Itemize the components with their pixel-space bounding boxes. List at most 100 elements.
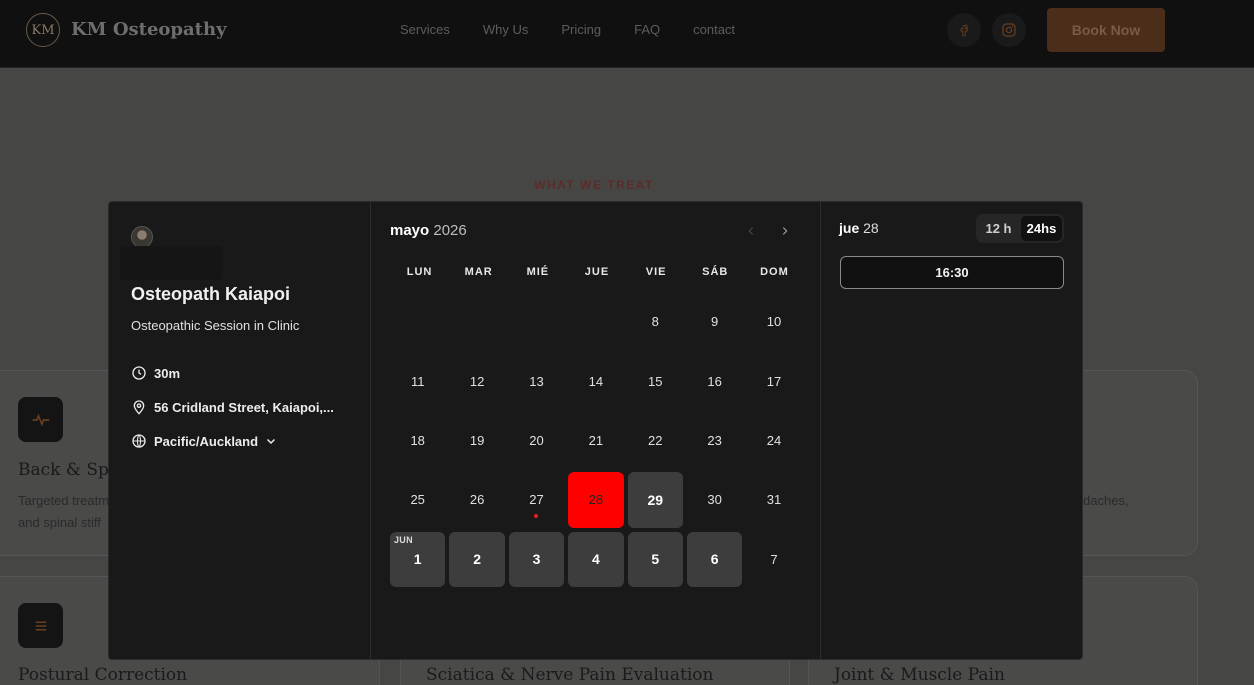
chevron-down-icon xyxy=(267,438,276,445)
calendar-day: 17 xyxy=(746,353,801,408)
card-title: Sciatica & Nerve Pain Evaluation xyxy=(426,665,714,685)
calendar-day: 12 xyxy=(449,353,504,408)
selected-date-label: jue 28 xyxy=(839,220,879,236)
location-row: 56 Cridland Street, Kaiapoi,... xyxy=(131,399,334,415)
duration-row: 30m xyxy=(131,365,180,381)
calendar-day: 9 xyxy=(687,294,742,349)
selected-weekday: jue xyxy=(839,220,860,236)
event-subtitle: Osteopathic Session in Clinic xyxy=(131,318,300,333)
logo-icon[interactable]: KM xyxy=(26,13,60,47)
day-number: 20 xyxy=(529,432,544,448)
calendar-day: 25 xyxy=(390,472,445,527)
calendar-blank xyxy=(509,294,564,349)
calendar-day-available[interactable]: 2 xyxy=(449,531,505,587)
site-header: KM KM Osteopathy Services Why Us Pricing… xyxy=(0,0,1254,68)
nav-link-why-us[interactable]: Why Us xyxy=(483,22,529,37)
day-number: 22 xyxy=(648,432,663,448)
day-number: 7 xyxy=(770,551,778,567)
event-title: Osteopath Kaiapoi xyxy=(131,284,291,304)
calendar-day-available[interactable]: 6 xyxy=(686,531,743,587)
day-number: 3 xyxy=(532,551,541,568)
calendar-day: 31 xyxy=(746,472,801,527)
month-name: mayo xyxy=(390,222,430,239)
weekday-label: LUN xyxy=(406,266,433,278)
format-12h-button[interactable]: 12 h xyxy=(978,216,1019,241)
calendar-day: 8 xyxy=(628,294,683,349)
calendar-day-available[interactable]: 29 xyxy=(627,472,683,528)
nav-link-contact[interactable]: contact xyxy=(693,22,735,37)
calendar-day: 11 xyxy=(390,353,445,408)
day-number: 23 xyxy=(707,432,722,448)
lines-icon xyxy=(18,603,63,648)
calendar-day-available[interactable]: 5 xyxy=(627,531,683,587)
brand-name[interactable]: KM Osteopathy xyxy=(71,19,227,40)
calendar-day-available[interactable]: 1 JUN xyxy=(390,531,446,587)
calendar-day: 13 xyxy=(509,353,564,408)
globe-icon xyxy=(132,434,146,448)
chevron-right-icon xyxy=(782,227,788,235)
time-format-toggle: 12 h 24hs xyxy=(976,214,1064,243)
day-number: 11 xyxy=(410,373,425,389)
day-number: 30 xyxy=(707,492,722,508)
prev-month-button[interactable] xyxy=(740,220,762,242)
day-number: 21 xyxy=(588,432,604,448)
day-number: 13 xyxy=(529,373,544,389)
weekday-label: MIÉ xyxy=(526,266,550,278)
section-eyebrow: WHAT WE TREAT xyxy=(534,178,654,192)
day-number: 25 xyxy=(410,492,425,508)
format-24h-button[interactable]: 24hs xyxy=(1021,216,1062,241)
calendar-day: 20 xyxy=(509,413,564,468)
calendar-blank xyxy=(449,294,504,349)
instagram-icon[interactable] xyxy=(992,13,1026,47)
nav-link-services[interactable]: Services xyxy=(400,22,450,37)
calendar-day: 10 xyxy=(746,294,801,349)
selected-day-number: 28 xyxy=(863,220,879,236)
clock-icon xyxy=(132,366,146,380)
month-tag: JUN xyxy=(394,534,413,545)
day-number: 12 xyxy=(469,373,485,389)
location-pin-icon xyxy=(133,400,145,415)
nav-link-faq[interactable]: FAQ xyxy=(634,22,660,37)
calendar-grid: 8 9 10 11 12 13 14 15 16 17 18 19 20 21 22 23 24 25 26 27 28… xyxy=(390,294,804,587)
timezone-select[interactable]: Pacific/Auckland xyxy=(131,433,277,449)
day-number: 15 xyxy=(648,373,663,389)
day-number: 4 xyxy=(591,551,600,568)
time-slots-panel: jue 28 12 h 24hs 16:30 xyxy=(821,202,1082,659)
calendar-day-available[interactable]: 3 xyxy=(508,531,565,587)
card-title: Joint & Muscle Pain xyxy=(834,665,1005,685)
day-number: 16 xyxy=(707,373,722,389)
main-nav: Services Why Us Pricing FAQ contact xyxy=(400,22,735,37)
card-text: Targeted treatm xyxy=(18,493,110,508)
calendar-panel: mayo 2026 LUN MAR MIÉ JUE VIE SÁB DOM 89… xyxy=(371,202,821,659)
facebook-icon[interactable] xyxy=(947,13,981,47)
day-number: 8 xyxy=(651,314,659,330)
calendar-day: 15 xyxy=(628,353,683,408)
calendar-day-selected[interactable]: 28 xyxy=(568,472,624,528)
day-number: 9 xyxy=(711,314,719,330)
year: 2026 xyxy=(433,222,467,239)
time-slot-button[interactable]: 16:30 xyxy=(840,256,1064,289)
calendar-day: 22 xyxy=(628,413,683,468)
calendar-day: 27 xyxy=(509,472,564,527)
card-title: Back & Spi xyxy=(18,460,115,480)
calendar-day: 24 xyxy=(746,413,801,468)
next-month-button[interactable] xyxy=(774,220,796,242)
calendar-day-available[interactable]: 4 xyxy=(568,531,624,587)
today-indicator xyxy=(534,513,539,518)
day-number: 31 xyxy=(766,492,782,508)
book-now-button[interactable]: Book Now xyxy=(1047,8,1165,52)
duration-text: 30m xyxy=(154,365,181,381)
event-info-panel: Osteopath Kaiapoi Osteopathic Session in… xyxy=(109,202,371,659)
pulse-icon xyxy=(18,397,63,442)
day-number: 19 xyxy=(469,432,485,448)
weekday-label: MAR xyxy=(464,266,493,278)
weekday-label: JUE xyxy=(584,266,610,278)
day-number: 14 xyxy=(588,373,604,389)
day-number: 26 xyxy=(469,492,485,508)
month-label: mayo 2026 xyxy=(390,222,467,239)
calendar-day: 19 xyxy=(449,413,504,468)
nav-link-pricing[interactable]: Pricing xyxy=(561,22,601,37)
booking-modal: Osteopath Kaiapoi Osteopathic Session in… xyxy=(108,201,1083,660)
calendar-blank xyxy=(568,294,623,349)
weekday-label: SÁB xyxy=(702,266,729,278)
